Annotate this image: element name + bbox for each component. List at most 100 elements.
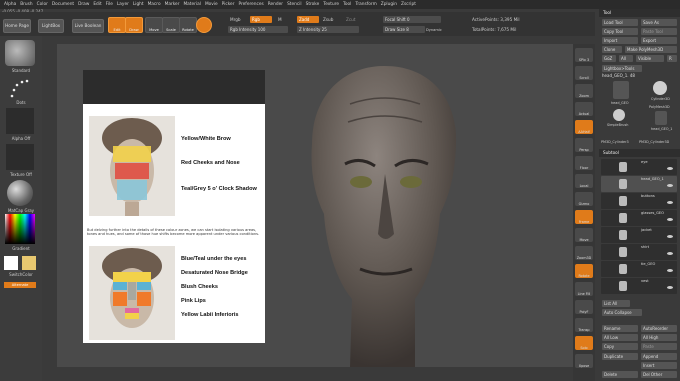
shelf-button-aahalf[interactable]: AAHalf	[575, 120, 593, 134]
menu-item-color[interactable]: Color	[37, 2, 48, 7]
save-as-button[interactable]: Save As	[641, 19, 677, 26]
tool-thumb-simplebrush[interactable]	[613, 109, 625, 121]
visibility-eye-icon[interactable]	[667, 252, 673, 255]
shelf-button-zoom[interactable]: Zoom	[575, 84, 593, 98]
dynamic-toggle[interactable]: Dynamic	[426, 28, 442, 32]
z-intensity-slider[interactable]: Z Intensity 25	[297, 26, 359, 33]
focal-shift-slider[interactable]: Focal Shift 0	[383, 16, 441, 23]
live-boolean-button[interactable]: Live Boolean	[72, 19, 104, 33]
menu-item-document[interactable]: Document	[52, 2, 74, 7]
r-button[interactable]: R	[667, 55, 677, 62]
shelf-button-move[interactable]: Move	[575, 228, 593, 242]
texture-off-icon[interactable]	[6, 144, 34, 170]
tool-thumb-head[interactable]	[613, 81, 629, 99]
visibility-eye-icon[interactable]	[667, 218, 673, 221]
zadd-toggle[interactable]: Zadd	[297, 16, 319, 23]
rotate-button[interactable]: Rotate	[179, 17, 197, 33]
subtool-row[interactable]: buttons	[601, 193, 677, 209]
lightbox-tools-button[interactable]: Lightbox>Tools	[602, 65, 642, 72]
visibility-eye-icon[interactable]	[667, 269, 673, 272]
menu-item-material[interactable]: Material	[183, 2, 200, 7]
list-all-button[interactable]: List All	[602, 300, 630, 307]
subtool-header[interactable]: Subtool	[599, 149, 680, 157]
subtool-row[interactable]: shirt	[601, 244, 677, 260]
auto-reorder-button[interactable]: AutoReorder	[641, 325, 677, 332]
menu-item-tool[interactable]: Tool	[343, 2, 351, 7]
menu-item-transform[interactable]: Transform	[355, 2, 376, 7]
visibility-eye-icon[interactable]	[667, 235, 673, 238]
insert-button[interactable]: Insert	[641, 362, 677, 369]
m-toggle[interactable]: M	[278, 17, 282, 22]
standard-brush-icon[interactable]	[5, 40, 35, 66]
alpha-off-icon[interactable]	[6, 108, 34, 134]
goz-all-button[interactable]: All	[619, 55, 633, 62]
paste-button[interactable]: Paste	[641, 343, 677, 350]
lightbox-button[interactable]: LightBox	[38, 19, 64, 33]
color-picker[interactable]	[5, 214, 35, 244]
mrgb-label[interactable]: Mrgb	[230, 17, 241, 22]
main-color-swatch[interactable]	[4, 256, 18, 270]
auto-collapse-button[interactable]: Auto Collapse	[602, 309, 642, 316]
all-low-button[interactable]: All Low	[602, 334, 638, 341]
menu-item-macro[interactable]: Macro	[148, 2, 161, 7]
shelf-button-solo[interactable]: Solo	[575, 336, 593, 350]
menu-item-alpha[interactable]: Alpha	[4, 2, 16, 7]
goz-button[interactable]: GoZ	[602, 55, 616, 62]
shelf-button-spix-3[interactable]: SPix 3	[575, 48, 593, 62]
visible-button[interactable]: Visible	[636, 55, 664, 62]
material-sphere-icon[interactable]	[196, 17, 212, 33]
copy-tool-button[interactable]: Copy Tool	[602, 28, 638, 35]
subtool-row[interactable]: jacket	[601, 227, 677, 243]
import-button[interactable]: Import	[602, 37, 638, 44]
subtool-row[interactable]: eye	[601, 159, 677, 175]
shelf-button-persp[interactable]: Persp	[575, 138, 593, 152]
tool-thumb-cylinder[interactable]	[653, 81, 667, 95]
menu-item-layer[interactable]: Layer	[117, 2, 129, 7]
delete-button[interactable]: Delete	[602, 371, 638, 378]
shelf-button-local[interactable]: Local	[575, 174, 593, 188]
paste-tool-button[interactable]: Paste Tool	[641, 28, 677, 35]
switch-color-button[interactable]: SwitchColor	[3, 272, 39, 277]
menu-item-stroke[interactable]: Stroke	[306, 2, 320, 7]
append-button[interactable]: Append	[641, 353, 677, 360]
subtool-row[interactable]: tie_GEO	[601, 261, 677, 277]
edit-button[interactable]: Edit	[108, 17, 126, 33]
home-page-button[interactable]: Home Page	[3, 19, 31, 33]
scale-button[interactable]: Scale	[162, 17, 180, 33]
make-polymesh-button[interactable]: Make PolyMesh3D	[625, 46, 677, 53]
menu-item-texture[interactable]: Texture	[323, 2, 339, 7]
shelf-button-xpose[interactable]: Xpose	[575, 354, 593, 368]
clone-button[interactable]: Clone	[602, 46, 622, 53]
menu-item-stencil[interactable]: Stencil	[287, 2, 302, 7]
shelf-button-transp[interactable]: Transp	[575, 318, 593, 332]
rgb-intensity-slider[interactable]: Rgb Intensity 100	[228, 26, 288, 33]
menu-item-marker[interactable]: Marker	[165, 2, 180, 7]
subtool-row[interactable]: head_GEO_1	[601, 176, 677, 192]
copy-button[interactable]: Copy	[602, 343, 638, 350]
menu-item-movie[interactable]: Movie	[205, 2, 218, 7]
menu-item-light[interactable]: Light	[133, 2, 144, 7]
shelf-button-line-fill[interactable]: Line Fill	[575, 282, 593, 296]
alternate-button[interactable]: Alternate	[4, 282, 36, 288]
shelf-button-scroll[interactable]: Scroll	[575, 66, 593, 80]
visibility-eye-icon[interactable]	[667, 167, 673, 170]
shelf-button-frame[interactable]: Frame	[575, 210, 593, 224]
shelf-button-floor[interactable]: Floor	[575, 156, 593, 170]
matcap-sphere-icon[interactable]	[7, 180, 33, 206]
shelf-button-zoom3d[interactable]: Zoom3D	[575, 246, 593, 260]
shelf-button-polyf[interactable]: PolyF	[575, 300, 593, 314]
menu-item-picker[interactable]: Picker	[222, 2, 235, 7]
move-button[interactable]: Move	[145, 17, 163, 33]
shelf-button-gizmo[interactable]: Gizmo	[575, 192, 593, 206]
zcut-toggle[interactable]: Zcut	[346, 17, 355, 22]
duplicate-button[interactable]: Duplicate	[602, 353, 638, 360]
menu-item-edit[interactable]: Edit	[93, 2, 101, 7]
menu-item-render[interactable]: Render	[268, 2, 283, 7]
zsub-toggle[interactable]: Zsub	[323, 17, 333, 22]
load-tool-button[interactable]: Load Tool	[602, 19, 638, 26]
menu-item-file[interactable]: File	[106, 2, 113, 7]
menu-item-zplugin[interactable]: Zplugin	[381, 2, 397, 7]
del-other-button[interactable]: Del Other	[641, 371, 677, 378]
all-high-button[interactable]: All High	[641, 334, 677, 341]
tool-thumb-head2[interactable]	[655, 111, 667, 125]
